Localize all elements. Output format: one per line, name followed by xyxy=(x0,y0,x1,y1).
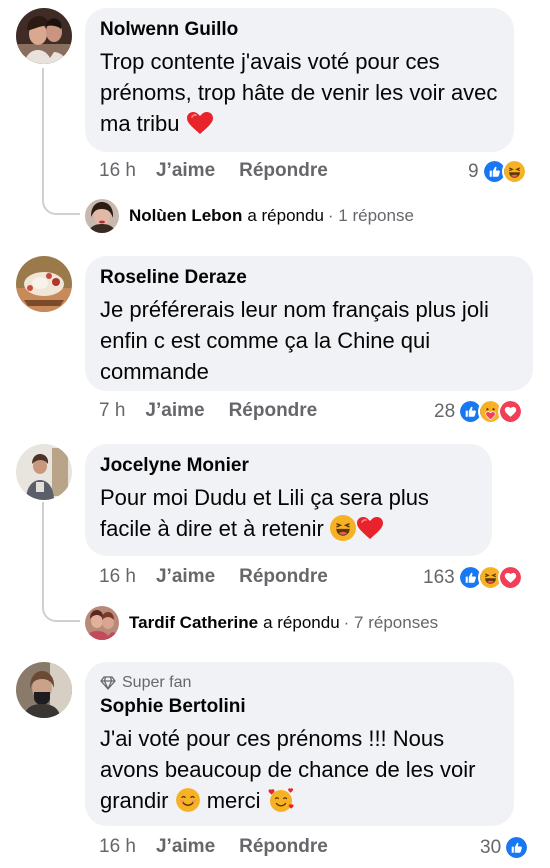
like-button[interactable]: J’aime xyxy=(156,160,215,182)
smiling-emoji xyxy=(175,788,200,812)
comment-author[interactable]: Roseline Deraze xyxy=(100,267,517,289)
haha-icon xyxy=(501,159,527,184)
avatar[interactable] xyxy=(16,444,72,500)
like-button[interactable]: J’aime xyxy=(156,836,215,858)
avatar[interactable] xyxy=(16,256,72,312)
like-icon xyxy=(504,835,530,860)
smiling-face-with-hearts-emoji xyxy=(268,788,294,812)
avatar[interactable] xyxy=(85,199,119,233)
comment-timestamp[interactable]: 16 h xyxy=(99,836,136,858)
reply-summary[interactable]: Tardif Catherine a répondu · 7 réponses xyxy=(85,606,438,640)
laughing-emoji xyxy=(330,515,356,541)
reply-verb: a répondu xyxy=(247,206,324,225)
comment-timestamp[interactable]: 16 h xyxy=(99,566,136,588)
reply-author[interactable]: Tardif Catherine xyxy=(129,613,258,633)
comment-author[interactable]: Jocelyne Monier xyxy=(100,455,476,477)
red-heart-emoji xyxy=(356,517,383,539)
red-heart-emoji xyxy=(186,112,213,134)
reply-author[interactable]: Nolùen Lebon xyxy=(129,206,242,226)
reply-count: · 7 réponses xyxy=(343,613,439,632)
comment-text: Pour moi Dudu et Lili ça sera plus facil… xyxy=(100,485,429,541)
reaction-summary[interactable]: 163 xyxy=(423,565,523,590)
reaction-count: 30 xyxy=(480,836,502,858)
comment-text: Trop contente j'avais voté pour ces prén… xyxy=(100,49,498,136)
thread-line xyxy=(42,502,80,622)
comment-timestamp[interactable]: 7 h xyxy=(99,400,125,422)
comment-timestamp[interactable]: 16 h xyxy=(99,160,136,182)
reply-button[interactable]: Répondre xyxy=(239,160,328,182)
comment-bubble: Roseline Deraze Je préférerais leur nom … xyxy=(85,256,533,391)
reaction-count: 163 xyxy=(423,566,455,588)
comment-author[interactable]: Sophie Bertolini xyxy=(100,696,498,718)
reply-summary[interactable]: Nolùen Lebon a répondu · 1 réponse xyxy=(85,199,414,233)
comment-actions: 16 h J’aime Répondre xyxy=(99,836,352,858)
comment-bubble: Super fan Sophie Bertolini J'ai voté pou… xyxy=(85,662,514,826)
comment-actions: 7 h J’aime Répondre xyxy=(99,400,341,422)
super-fan-badge: Super fan xyxy=(100,674,498,692)
reply-button[interactable]: Répondre xyxy=(229,400,318,422)
like-button[interactable]: J’aime xyxy=(145,400,204,422)
reply-button[interactable]: Répondre xyxy=(239,836,328,858)
avatar[interactable] xyxy=(16,8,72,64)
comment-bubble: Nolwenn Guillo Trop contente j'avais vot… xyxy=(85,8,514,152)
reaction-count: 28 xyxy=(434,400,456,422)
avatar[interactable] xyxy=(16,662,72,718)
reply-verb: a répondu xyxy=(263,613,340,632)
thread-line xyxy=(42,68,80,215)
comment-text: Je préférerais leur nom français plus jo… xyxy=(100,297,489,384)
comment-text: J'ai voté pour ces prénoms !!! Nous avon… xyxy=(100,726,476,813)
comment-bubble: Jocelyne Monier Pour moi Dudu et Lili ça… xyxy=(85,444,492,556)
reply-button[interactable]: Répondre xyxy=(239,566,328,588)
like-button[interactable]: J’aime xyxy=(156,566,215,588)
reaction-summary[interactable]: 28 xyxy=(434,399,524,424)
reply-count: · 1 réponse xyxy=(327,206,414,225)
reaction-summary[interactable]: 9 xyxy=(468,159,527,184)
reaction-count: 9 xyxy=(468,160,479,182)
reaction-summary[interactable]: 30 xyxy=(480,835,530,860)
love-icon xyxy=(498,399,524,424)
comment-author[interactable]: Nolwenn Guillo xyxy=(100,19,498,41)
comment-actions: 16 h J’aime Répondre xyxy=(99,160,352,182)
love-icon xyxy=(497,565,523,590)
avatar[interactable] xyxy=(85,606,119,640)
diamond-icon xyxy=(100,676,116,690)
comment-actions: 16 h J’aime Répondre xyxy=(99,566,352,588)
